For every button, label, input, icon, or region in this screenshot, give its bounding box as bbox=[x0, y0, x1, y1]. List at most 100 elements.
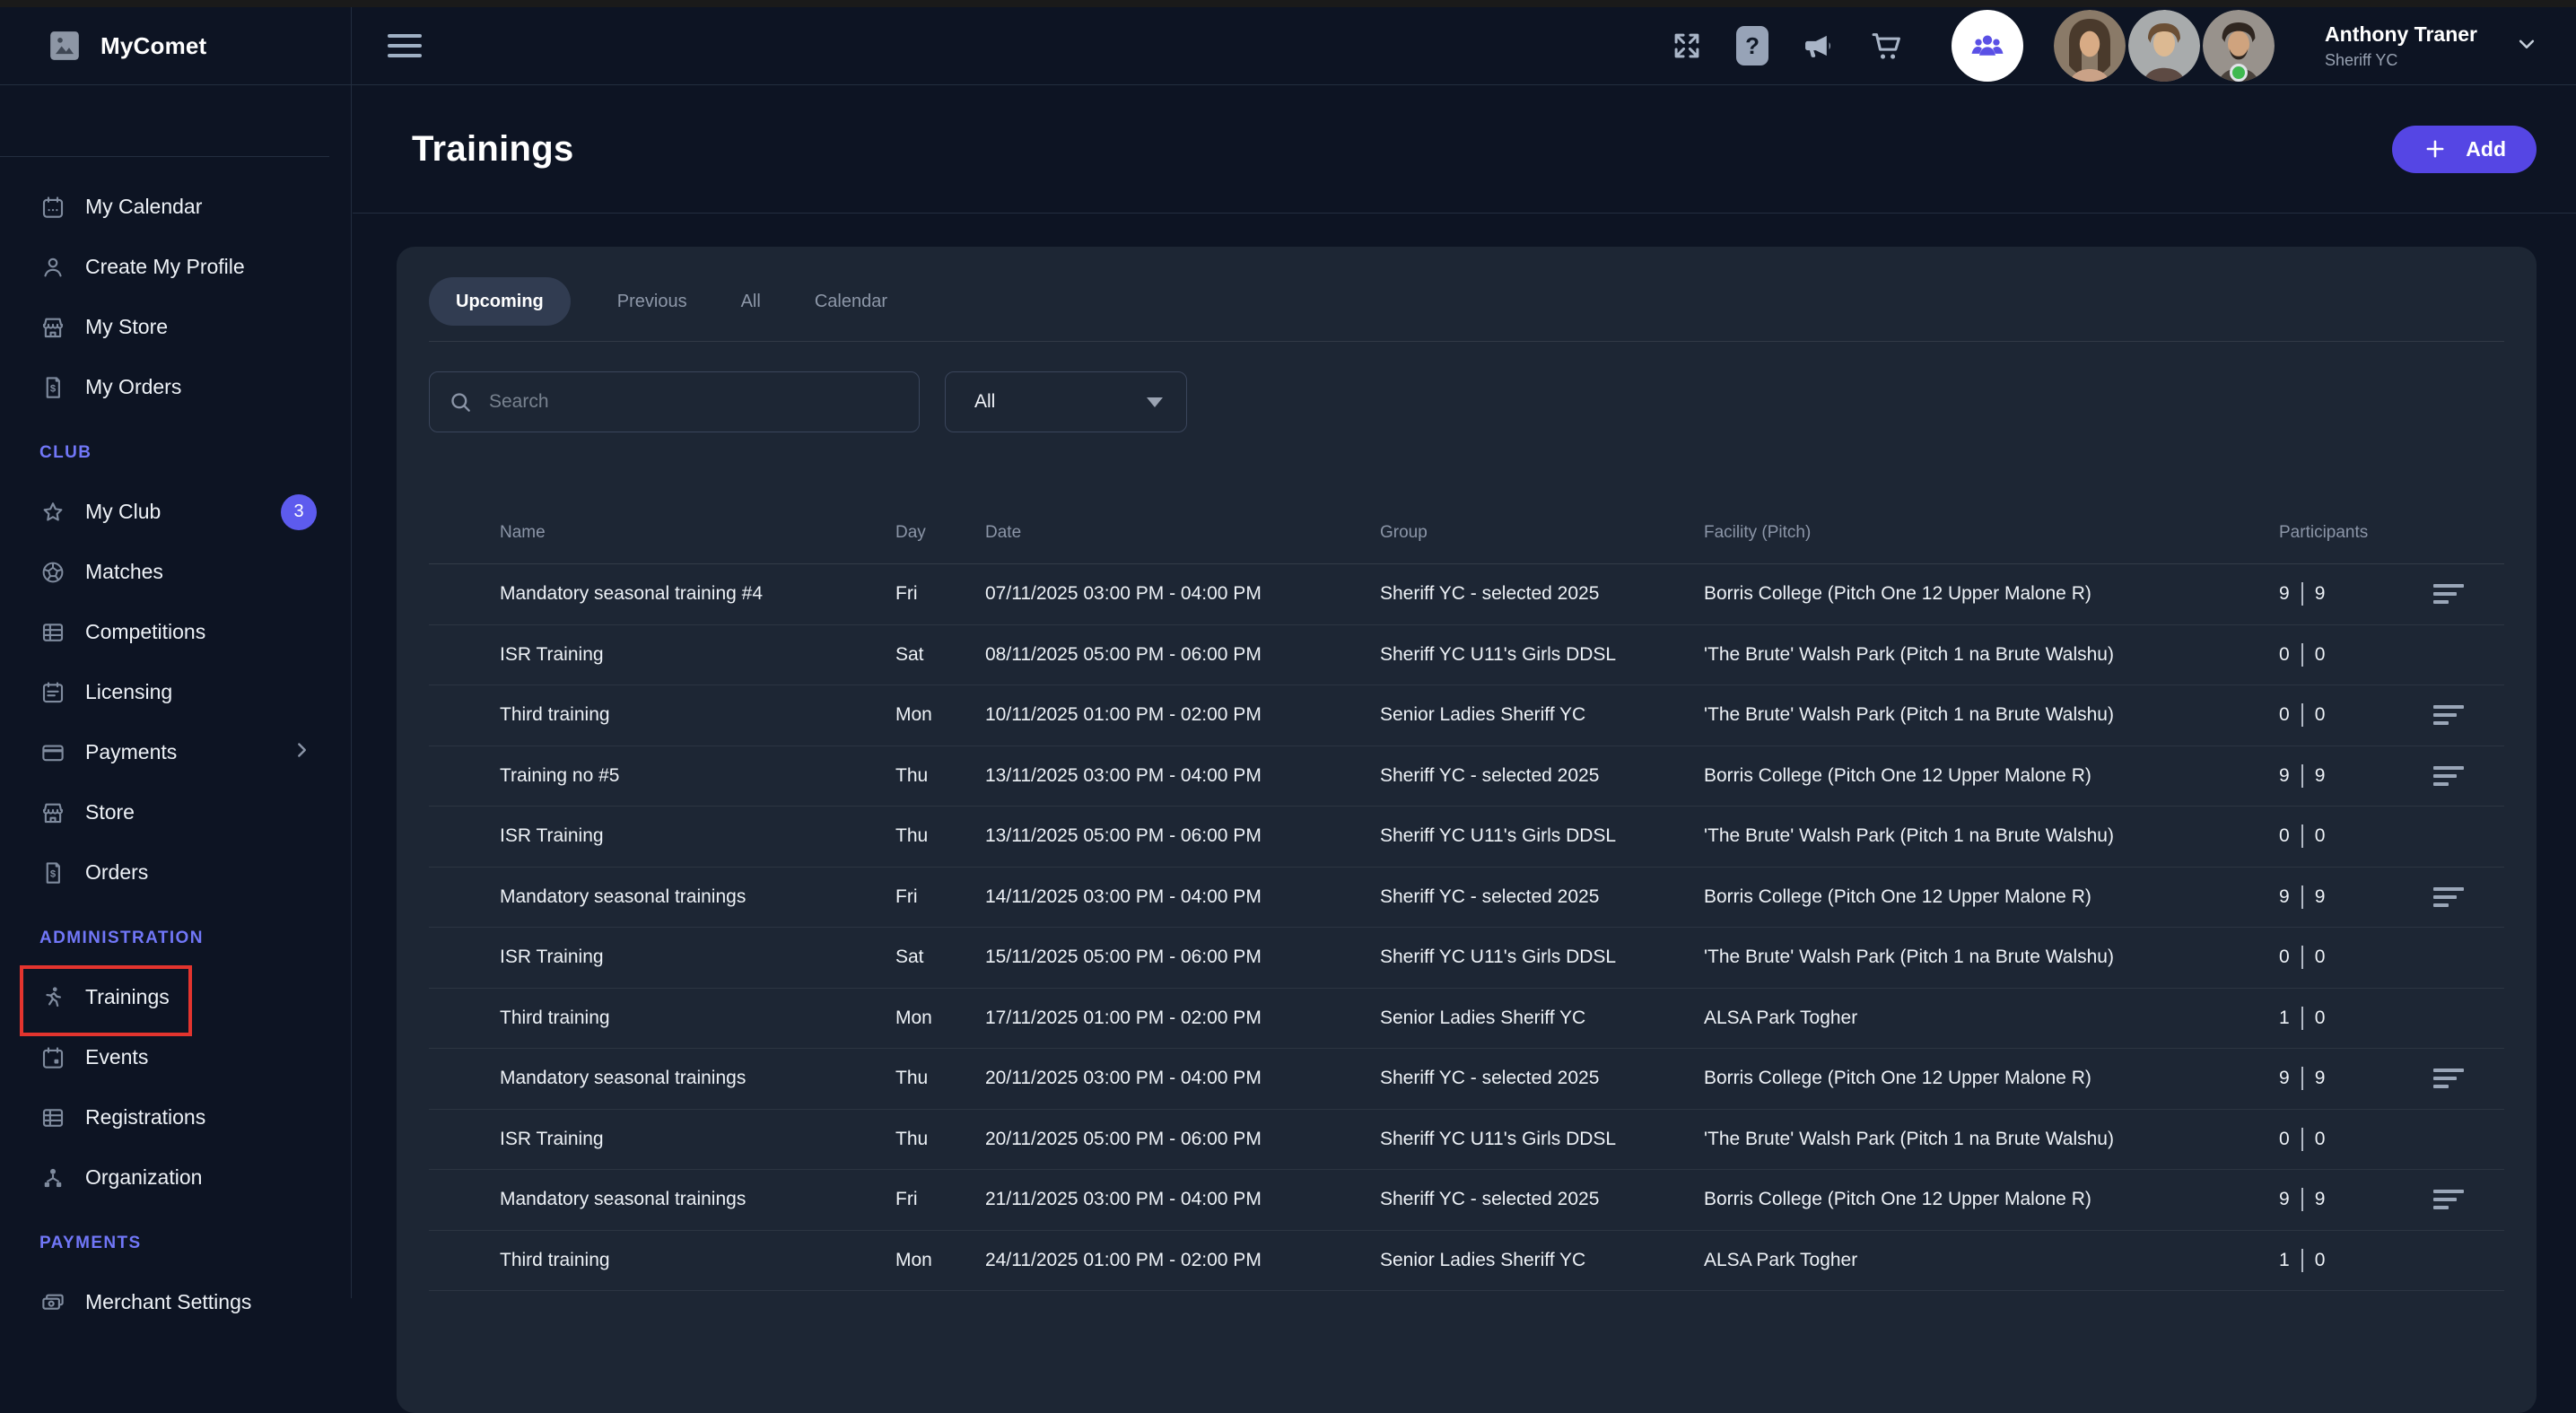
search-box bbox=[429, 371, 920, 432]
cell-date: 14/11/2025 03:00 PM - 04:00 PM bbox=[985, 886, 1380, 908]
participants-divider bbox=[2301, 946, 2303, 969]
sidebar-item-store[interactable]: Store bbox=[0, 782, 351, 842]
sidebar-item-competitions[interactable]: Competitions bbox=[0, 602, 351, 662]
cell-day: Fri bbox=[895, 886, 985, 908]
tab-previous[interactable]: Previous bbox=[610, 277, 694, 326]
participants-divider bbox=[2301, 824, 2303, 848]
sidebar-item-merchant-settings[interactable]: Merchant Settings bbox=[0, 1272, 351, 1332]
sidebar-item-icon bbox=[39, 1104, 66, 1131]
sidebar-item-icon bbox=[39, 1044, 66, 1071]
table-row[interactable]: ISR Training Sat 15/11/2025 05:00 PM - 0… bbox=[429, 928, 2504, 989]
cell-facility: Borris College (Pitch One 12 Upper Malon… bbox=[1704, 1189, 2279, 1210]
sidebar-item-icon bbox=[39, 984, 66, 1011]
cell-group: Sheriff YC - selected 2025 bbox=[1380, 1068, 1704, 1089]
sidebar-item-label: Store bbox=[85, 800, 135, 824]
cell-facility: 'The Brute' Walsh Park (Pitch 1 na Brute… bbox=[1704, 946, 2279, 968]
cell-group: Sheriff YC - selected 2025 bbox=[1380, 765, 1704, 787]
sidebar-item-label: Registrations bbox=[85, 1105, 205, 1130]
cell-participants: 9 9 bbox=[2279, 764, 2433, 788]
participants-divider bbox=[2301, 1007, 2303, 1030]
table-row[interactable]: Mandatory seasonal training #4 Fri 07/11… bbox=[429, 564, 2504, 625]
sidebar-item-label: Create My Profile bbox=[85, 255, 245, 279]
tab-upcoming[interactable]: Upcoming bbox=[429, 277, 571, 326]
cell-participants: 9 9 bbox=[2279, 1067, 2433, 1090]
sidebar-item-label: Competitions bbox=[85, 620, 205, 644]
cell-name: ISR Training bbox=[500, 825, 895, 847]
add-button[interactable]: Add bbox=[2392, 126, 2537, 173]
tabs-divider bbox=[429, 341, 2504, 342]
sidebar-item-icon bbox=[39, 499, 66, 526]
table-row[interactable]: ISR Training Thu 13/11/2025 05:00 PM - 0… bbox=[429, 807, 2504, 868]
table-row[interactable]: Third training Mon 24/11/2025 01:00 PM -… bbox=[429, 1231, 2504, 1292]
cell-participants: 1 0 bbox=[2279, 1007, 2433, 1030]
sidebar-item-label: My Club bbox=[85, 500, 161, 524]
participants-divider bbox=[2301, 703, 2303, 727]
cell-participants: 9 9 bbox=[2279, 885, 2433, 909]
sidebar-item-registrations[interactable]: Registrations bbox=[0, 1087, 351, 1147]
table-row[interactable]: Mandatory seasonal trainings Fri 21/11/2… bbox=[429, 1170, 2504, 1231]
sidebar-item-events[interactable]: Events bbox=[0, 1027, 351, 1087]
tab-calendar[interactable]: Calendar bbox=[808, 277, 895, 326]
sidebar-item-matches[interactable]: Matches bbox=[0, 542, 351, 602]
table-row[interactable]: Third training Mon 17/11/2025 01:00 PM -… bbox=[429, 989, 2504, 1050]
cell-facility: 'The Brute' Walsh Park (Pitch 1 na Brute… bbox=[1704, 644, 2279, 666]
table-row[interactable]: Mandatory seasonal trainings Fri 14/11/2… bbox=[429, 868, 2504, 929]
row-menu-icon[interactable] bbox=[2433, 1068, 2466, 1088]
sidebar-item-my-calendar[interactable]: My Calendar bbox=[0, 177, 351, 237]
sidebar-item-my-club[interactable]: My Club 3 bbox=[0, 482, 351, 542]
cell-name: Training no #5 bbox=[500, 765, 895, 787]
sidebar-item-label: Events bbox=[85, 1045, 148, 1069]
cell-group: Sheriff YC U11's Girls DDSL bbox=[1380, 644, 1704, 666]
cell-participants: 0 0 bbox=[2279, 824, 2433, 848]
sidebar-item-licensing[interactable]: Licensing bbox=[0, 662, 351, 722]
cell-day: Fri bbox=[895, 583, 985, 605]
cell-day: Fri bbox=[895, 1189, 985, 1210]
cell-day: Mon bbox=[895, 704, 985, 726]
cell-name: Third training bbox=[500, 1250, 895, 1271]
tab-all[interactable]: All bbox=[734, 277, 768, 326]
cell-participants: 9 9 bbox=[2279, 582, 2433, 606]
type-filter-dropdown[interactable]: All bbox=[945, 371, 1187, 432]
caret-down-icon bbox=[1147, 397, 1163, 407]
count-badge: 3 bbox=[281, 494, 317, 530]
trainings-card: Upcoming Previous All Calendar All Name Day… bbox=[397, 247, 2537, 1413]
table-row[interactable]: Mandatory seasonal trainings Thu 20/11/2… bbox=[429, 1049, 2504, 1110]
row-menu-icon[interactable] bbox=[2433, 766, 2466, 786]
trainings-table: Name Day Date Group Facility (Pitch) Par… bbox=[429, 502, 2504, 1291]
sidebar-item-payments[interactable]: Payments bbox=[0, 722, 351, 782]
sidebar-item-my-orders[interactable]: My Orders bbox=[0, 357, 351, 417]
sidebar-item-icon bbox=[39, 859, 66, 886]
sidebar-item-my-store[interactable]: My Store bbox=[0, 297, 351, 357]
main-content: Trainings Add UpcomingPreviousAllCalenda… bbox=[353, 7, 2576, 1298]
sidebar-item-create-my-profile[interactable]: Create My Profile bbox=[0, 237, 351, 297]
cell-facility: Borris College (Pitch One 12 Upper Malon… bbox=[1704, 765, 2279, 787]
sidebar-item-label: Payments bbox=[85, 740, 177, 764]
sidebar-item-label: Merchant Settings bbox=[85, 1290, 251, 1314]
sidebar-item-label: My Store bbox=[85, 315, 168, 339]
table-row[interactable]: ISR Training Thu 20/11/2025 05:00 PM - 0… bbox=[429, 1110, 2504, 1171]
table-row[interactable]: Training no #5 Thu 13/11/2025 03:00 PM -… bbox=[429, 746, 2504, 807]
sidebar-item-organization[interactable]: Organization bbox=[0, 1147, 351, 1208]
sidebar-item-icon bbox=[39, 314, 66, 341]
table-row[interactable]: Third training Mon 10/11/2025 01:00 PM -… bbox=[429, 685, 2504, 746]
cell-name: Mandatory seasonal training #4 bbox=[500, 583, 895, 605]
row-menu-icon[interactable] bbox=[2433, 887, 2466, 907]
type-filter-value: All bbox=[974, 391, 995, 413]
row-menu-icon[interactable] bbox=[2433, 705, 2466, 725]
sidebar-item-orders[interactable]: Orders bbox=[0, 842, 351, 903]
cell-date: 13/11/2025 03:00 PM - 04:00 PM bbox=[985, 765, 1380, 787]
sidebar-item-label: Matches bbox=[85, 560, 163, 584]
search-icon bbox=[448, 389, 473, 414]
cell-facility: ALSA Park Togher bbox=[1704, 1007, 2279, 1029]
add-button-label: Add bbox=[2466, 137, 2506, 161]
search-input[interactable] bbox=[487, 390, 901, 414]
column-header-participants: Participants bbox=[2279, 523, 2433, 543]
sidebar-item-icon bbox=[39, 254, 66, 281]
row-menu-icon[interactable] bbox=[2433, 584, 2466, 604]
sidebar-item-icon bbox=[39, 799, 66, 826]
sidebar-item-trainings[interactable]: Trainings bbox=[0, 967, 351, 1027]
table-row[interactable]: ISR Training Sat 08/11/2025 05:00 PM - 0… bbox=[429, 625, 2504, 686]
cell-name: ISR Training bbox=[500, 1129, 895, 1150]
cell-day: Thu bbox=[895, 825, 985, 847]
row-menu-icon[interactable] bbox=[2433, 1190, 2466, 1209]
